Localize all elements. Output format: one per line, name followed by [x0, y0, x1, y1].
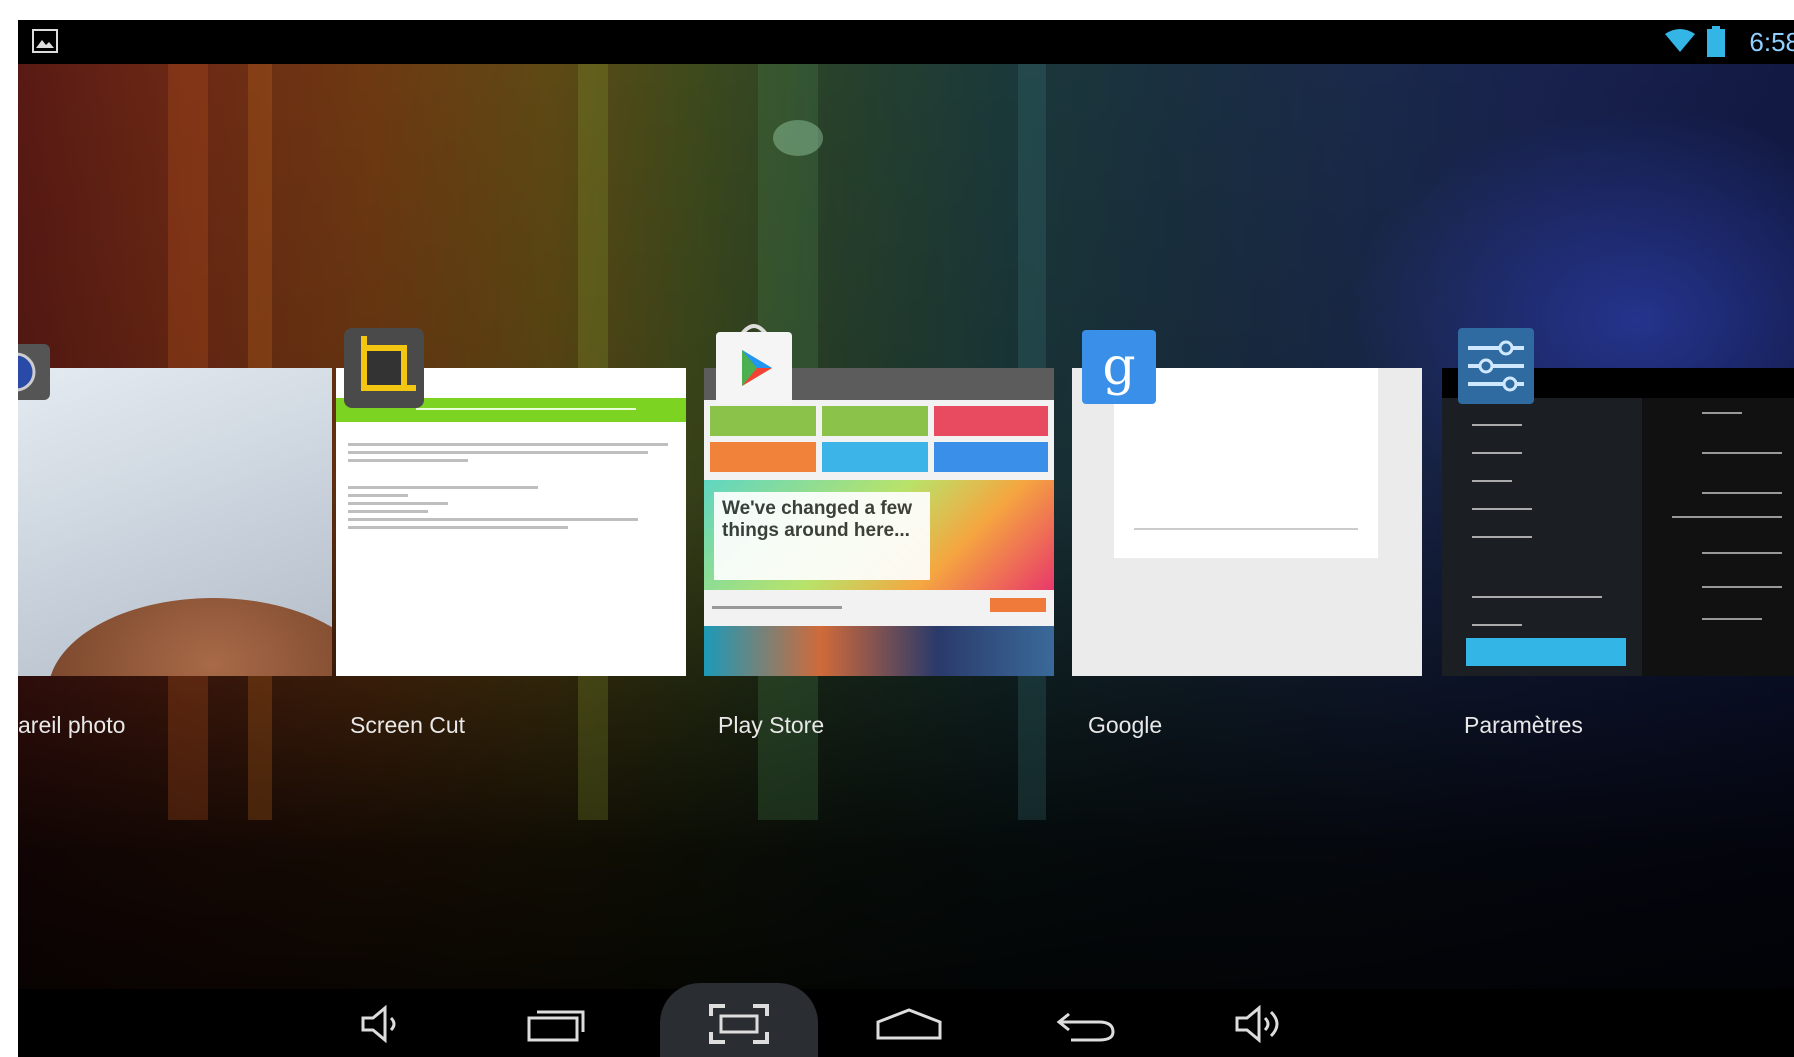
- text-line: [712, 606, 842, 609]
- promo-headline: We've changed a few things around here..…: [722, 498, 913, 541]
- text-line: [348, 502, 448, 505]
- featured-strip: [704, 626, 1054, 676]
- battery-icon: [1707, 26, 1725, 57]
- camera-icon[interactable]: [18, 336, 50, 400]
- text-line: [1472, 624, 1522, 626]
- volume-down-icon: [361, 1004, 396, 1044]
- text-line: [348, 526, 568, 529]
- recent-app-thumbnail[interactable]: [1442, 368, 1794, 676]
- recent-app-card-settings[interactable]: [1442, 368, 1794, 676]
- screenshot-button[interactable]: [694, 991, 784, 1057]
- back-button[interactable]: [1042, 991, 1132, 1057]
- text-line: [1702, 552, 1782, 554]
- text-line: [348, 486, 538, 489]
- home-icon: [876, 1008, 942, 1040]
- wallpaper-bokeh: [773, 120, 823, 156]
- recent-apps-icon: [527, 1010, 585, 1042]
- promo-banner: We've changed a few things around here..…: [704, 480, 1054, 590]
- text-line: [1472, 480, 1512, 482]
- recent-apps-button[interactable]: [512, 991, 602, 1057]
- volume-up-button[interactable]: [1216, 991, 1306, 1057]
- text-line: [1472, 536, 1532, 538]
- wifi-icon: [1665, 29, 1695, 52]
- category-tile: [822, 442, 928, 472]
- screenshot-icon: [709, 1004, 769, 1044]
- text-line: [1472, 596, 1602, 598]
- text-line: [1702, 412, 1742, 414]
- text-line: [1702, 618, 1762, 620]
- text-line: [1702, 492, 1782, 494]
- recent-app-label: Paramètres: [1464, 712, 1583, 738]
- recent-app-label: Play Store: [718, 712, 825, 738]
- text-line: [348, 451, 648, 454]
- text-line: [348, 443, 668, 446]
- promo-card: We've changed a few things around here..…: [714, 492, 930, 580]
- back-icon: [1056, 1012, 1115, 1042]
- recent-app-thumbnail[interactable]: [1072, 368, 1422, 676]
- text-line: [1702, 452, 1782, 454]
- badge: [990, 598, 1046, 612]
- text-line: [348, 459, 468, 462]
- android-screen: 6:58 areil photo Screen Cut We've change…: [18, 20, 1794, 1057]
- recent-app-card-screen-cut[interactable]: [336, 368, 686, 676]
- text-line: [1472, 452, 1522, 454]
- navigation-bar: [18, 983, 1794, 1057]
- recent-app-thumbnail[interactable]: [336, 368, 686, 676]
- text-line: [1472, 424, 1522, 426]
- recent-app-thumbnail[interactable]: [18, 368, 332, 676]
- recent-app-card-play-store[interactable]: We've changed a few things around here..…: [704, 368, 1054, 676]
- volume-down-button[interactable]: [338, 991, 428, 1057]
- recent-app-thumbnail[interactable]: We've changed a few things around here..…: [704, 368, 1054, 676]
- category-tile: [822, 406, 928, 436]
- recent-app-card-camera[interactable]: [18, 368, 332, 676]
- text-line: [1134, 528, 1358, 530]
- play-store-icon[interactable]: [714, 320, 794, 406]
- gallery-icon[interactable]: [32, 29, 58, 53]
- svg-text:g: g: [1102, 337, 1135, 397]
- text-line: [348, 518, 638, 521]
- settings-icon[interactable]: [1458, 328, 1534, 404]
- recent-app-card-google[interactable]: [1072, 368, 1422, 676]
- text-line: [348, 510, 428, 513]
- text-line: [1672, 516, 1782, 518]
- category-tile: [710, 406, 816, 436]
- recent-app-label: Screen Cut: [350, 712, 466, 738]
- recent-app-label: areil photo: [18, 712, 126, 738]
- text-line: [416, 408, 636, 410]
- category-tile: [934, 442, 1048, 472]
- photo-subject: [48, 598, 332, 676]
- text-line: [348, 494, 408, 497]
- text-line: [1472, 508, 1532, 510]
- recent-app-label: Google: [1088, 712, 1163, 738]
- text-line: [1702, 586, 1782, 588]
- category-tile: [934, 406, 1048, 436]
- settings-selected-item: [1466, 638, 1626, 666]
- home-button[interactable]: [864, 991, 954, 1057]
- category-tile: [710, 442, 816, 472]
- status-bar: 6:58: [18, 20, 1794, 64]
- volume-up-icon: [1235, 1004, 1279, 1044]
- crop-icon[interactable]: [344, 328, 424, 408]
- settings-menu: [1442, 398, 1642, 676]
- clock: 6:58: [1749, 27, 1794, 57]
- google-icon[interactable]: g: [1082, 330, 1156, 404]
